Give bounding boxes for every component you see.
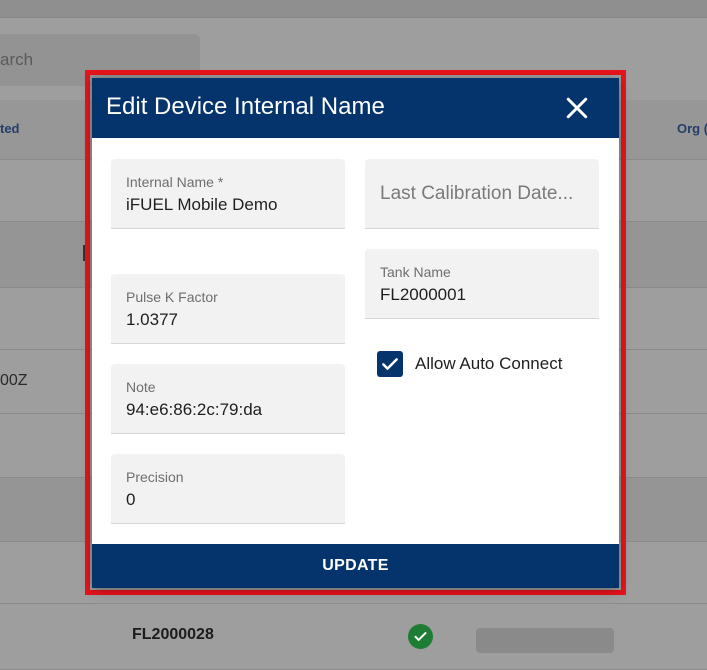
pulse-k-factor-value: 1.0377 xyxy=(126,310,178,329)
tank-name-label: Tank Name xyxy=(380,264,451,280)
close-button[interactable] xyxy=(562,93,592,123)
note-field[interactable]: Note 94:e6:86:2c:79:da xyxy=(111,364,345,434)
update-button-label: UPDATE xyxy=(322,557,389,574)
check-icon xyxy=(382,358,398,370)
pulse-k-factor-field[interactable]: Pulse K Factor 1.0377 xyxy=(111,274,345,344)
note-label: Note xyxy=(126,379,156,395)
precision-value: 0 xyxy=(126,490,136,509)
allow-auto-connect-label: Allow Auto Connect xyxy=(415,354,563,373)
column-header[interactable]: ted xyxy=(0,121,20,136)
tank-name-value: FL2000001 xyxy=(380,285,467,304)
close-icon xyxy=(566,97,588,119)
last-calibration-date-placeholder: Last Calibration Date... xyxy=(380,183,574,204)
last-calibration-date-field[interactable]: Last Calibration Date... xyxy=(365,159,599,229)
top-bar xyxy=(0,0,707,18)
search-placeholder: arch xyxy=(0,50,34,69)
internal-name-field[interactable]: Internal Name * iFUEL Mobile Demo xyxy=(111,159,345,229)
edit-device-modal: Edit Device Internal Name Internal Name … xyxy=(92,78,619,588)
internal-name-value: iFUEL Mobile Demo xyxy=(126,195,278,214)
row-cell-text: 00Z xyxy=(0,372,28,389)
precision-label: Precision xyxy=(126,469,184,485)
row-action-pill[interactable] xyxy=(476,628,614,653)
modal-title: Edit Device Internal Name xyxy=(106,93,385,120)
column-header-org[interactable]: Org ( xyxy=(677,121,707,136)
tank-name-field[interactable]: Tank Name FL2000001 xyxy=(365,249,599,319)
pulse-k-factor-label: Pulse K Factor xyxy=(126,289,218,305)
precision-field[interactable]: Precision 0 xyxy=(111,454,345,524)
update-button[interactable]: UPDATE xyxy=(92,544,619,588)
allow-auto-connect-toggle[interactable]: Allow Auto Connect xyxy=(377,351,562,377)
allow-auto-connect-checkbox[interactable] xyxy=(377,351,403,377)
check-circle-icon xyxy=(408,624,433,649)
row-tank-name: FL2000028 xyxy=(132,626,214,643)
modal-header: Edit Device Internal Name xyxy=(92,78,619,138)
internal-name-label: Internal Name * xyxy=(126,174,224,190)
note-value: 94:e6:86:2c:79:da xyxy=(126,400,263,419)
